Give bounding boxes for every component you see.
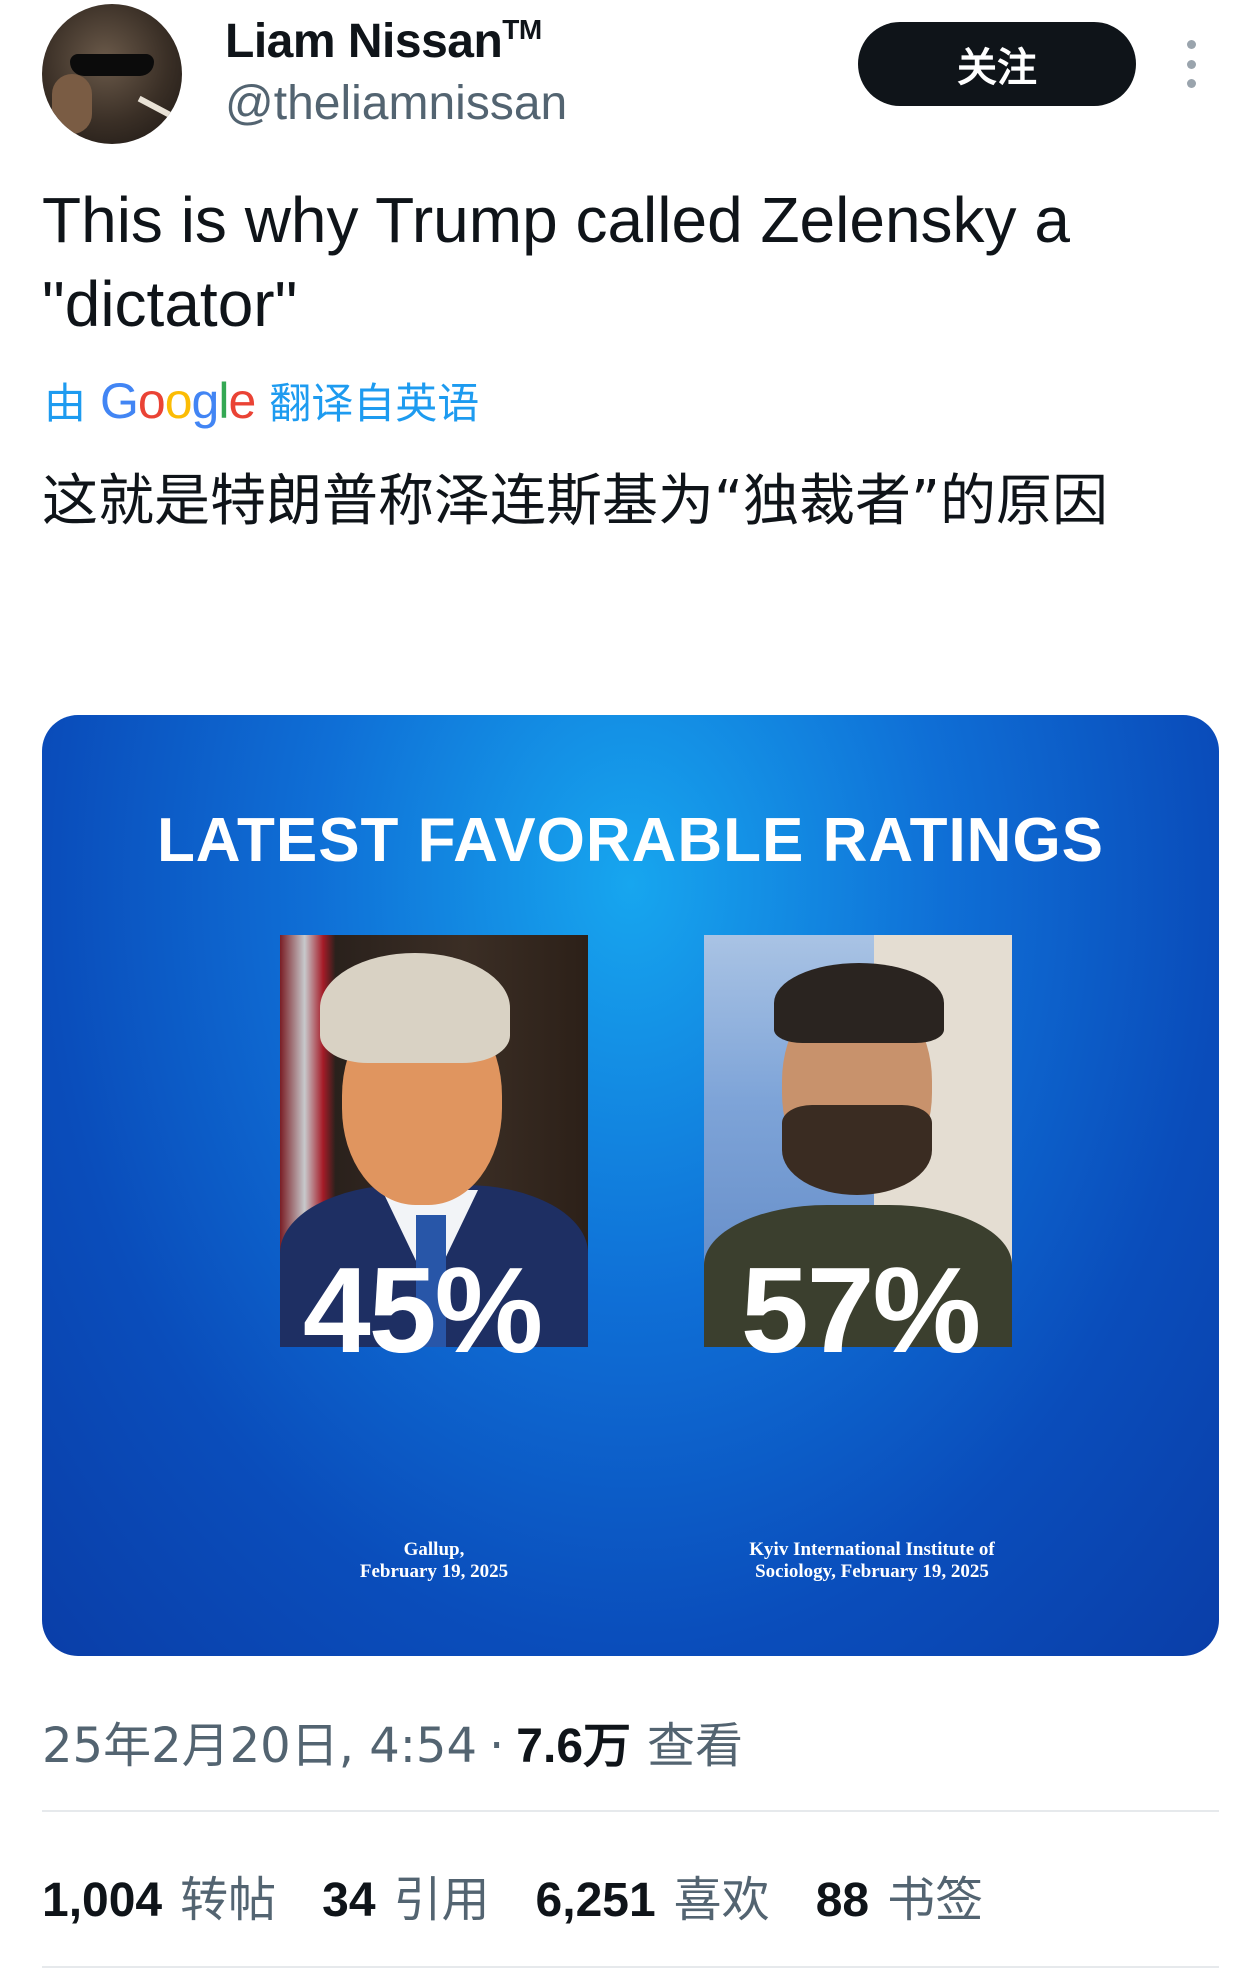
- translation-attribution[interactable]: 由 Google 翻译自英语: [44, 370, 479, 431]
- stat-count: 88: [815, 1874, 870, 1927]
- more-options-icon[interactable]: [1184, 40, 1198, 88]
- divider: [42, 1810, 1219, 1812]
- rating-left-source-line1: Gallup,: [403, 1539, 465, 1560]
- follow-button[interactable]: 关注: [858, 22, 1136, 106]
- tweet-text: This is why Trump called Zelensky a "dic…: [42, 184, 1070, 340]
- tweet-image[interactable]: LATEST FAVORABLE RATINGS 45% 57% Gallup,…: [42, 715, 1219, 1656]
- translate-suffix: 翻译自英语: [269, 379, 480, 428]
- stat-label: 转帖: [180, 1872, 277, 1928]
- author-name[interactable]: Liam NissanTM: [225, 14, 542, 69]
- stat-count: 34: [322, 1874, 376, 1927]
- translate-prefix: 由: [44, 379, 87, 428]
- avatar-hand: [52, 74, 92, 134]
- rating-right-source-line1: Kyiv International Institute of: [749, 1539, 995, 1560]
- stat-label: 喜欢: [673, 1872, 770, 1928]
- meta-separator: ·: [489, 1718, 505, 1774]
- trademark-mark: TM: [502, 14, 542, 45]
- rating-left-value: 45%: [302, 1242, 543, 1378]
- stat-label: 引用: [393, 1872, 490, 1928]
- stat-reposts[interactable]: 1,004 转帖: [42, 1860, 276, 1930]
- tweet-header: Liam NissanTM @theliamnissan 关注: [42, 4, 1222, 144]
- rating-right-source-line2: Sociology, February 19, 2025: [755, 1561, 989, 1582]
- engagement-stats: 1,004 转帖 34 引用 6,251 喜欢 88 书签: [42, 1860, 1029, 1930]
- stat-quotes[interactable]: 34 引用: [322, 1860, 489, 1930]
- avatar-cigarette: [137, 95, 173, 119]
- image-title: LATEST FAVORABLE RATINGS: [156, 806, 1105, 875]
- stat-likes[interactable]: 6,251 喜欢: [536, 1860, 770, 1930]
- tweet-datetime[interactable]: 25年2月20日, 4:54: [42, 1706, 477, 1776]
- google-logo: Google: [100, 372, 256, 429]
- stat-count: 1,004: [42, 1874, 163, 1927]
- rating-right-source: Kyiv International Institute of Sociolog…: [682, 1539, 1062, 1583]
- rating-left-source: Gallup, February 19, 2025: [284, 1539, 584, 1583]
- rating-right-value: 57%: [740, 1242, 981, 1378]
- stat-bookmarks[interactable]: 88 书签: [816, 1860, 983, 1930]
- author-name-text: Liam Nissan: [225, 15, 503, 68]
- avatar-sunglasses: [70, 54, 154, 76]
- translated-text: 这就是特朗普称泽连斯基为“独裁者”的原因: [42, 469, 1109, 534]
- stat-count: 6,251: [535, 1874, 656, 1927]
- tweet-meta: 25年2月20日, 4:54 · 7.6万 查看: [42, 1706, 743, 1776]
- view-count[interactable]: 7.6万: [516, 1706, 631, 1776]
- stat-label: 书签: [887, 1872, 984, 1928]
- view-label: 查看: [647, 1718, 744, 1774]
- rating-left-source-line2: February 19, 2025: [359, 1561, 509, 1582]
- author-handle[interactable]: @theliamnissan: [225, 76, 567, 131]
- avatar[interactable]: [42, 4, 182, 144]
